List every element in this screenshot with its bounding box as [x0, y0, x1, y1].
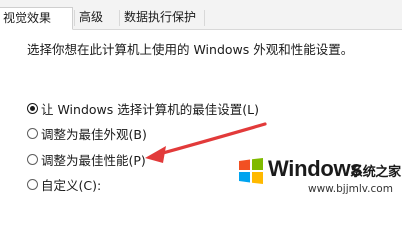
radio-option-label: 让 Windows 选择计算机的最佳设置(L)	[41, 101, 259, 117]
watermark-url: www.bjjmlv.com	[308, 183, 393, 195]
site-watermark: Windows 系统之家 www.bjjmlv.com	[236, 150, 402, 204]
windows-logo-icon	[239, 158, 263, 184]
radio-option-label: 调整为最佳外观(B)	[41, 126, 147, 142]
watermark-site-name: 系统之家	[350, 165, 401, 180]
performance-options-dialog: 视觉效果 高级 数据执行保护 选择你想在此计算机上使用的 Windows 外观和…	[0, 0, 402, 204]
tab-divider	[74, 10, 75, 26]
tab-divider	[119, 10, 120, 26]
arrow-head	[145, 146, 166, 163]
radio-option-best-performance[interactable]: 调整为最佳性能(P)	[27, 150, 146, 168]
radio-option-label: 自定义(C):	[41, 177, 102, 193]
tab-data-execution-prevention[interactable]: 数据执行保护	[124, 7, 204, 29]
radio-option-custom[interactable]: 自定义(C):	[27, 175, 101, 193]
settings-description: 选择你想在此计算机上使用的 Windows 外观和性能设置。	[27, 42, 354, 57]
radio-button[interactable]	[27, 127, 38, 139]
watermark-brand: Windows	[268, 156, 363, 181]
radio-button[interactable]	[27, 178, 38, 190]
tab-visual-effects[interactable]: 视觉效果	[0, 7, 73, 30]
tab-strip: 视觉效果 高级 数据执行保护	[0, 0, 402, 30]
tab-advanced[interactable]: 高级	[79, 7, 119, 29]
radio-button[interactable]	[27, 153, 38, 165]
radio-option-label: 调整为最佳性能(P)	[41, 152, 146, 168]
radio-button-checked[interactable]	[27, 102, 38, 114]
radio-option-best-appearance[interactable]: 调整为最佳外观(B)	[27, 124, 147, 142]
tab-divider	[204, 10, 205, 26]
radio-option-let-windows-choose[interactable]: 让 Windows 选择计算机的最佳设置(L)	[27, 99, 259, 117]
